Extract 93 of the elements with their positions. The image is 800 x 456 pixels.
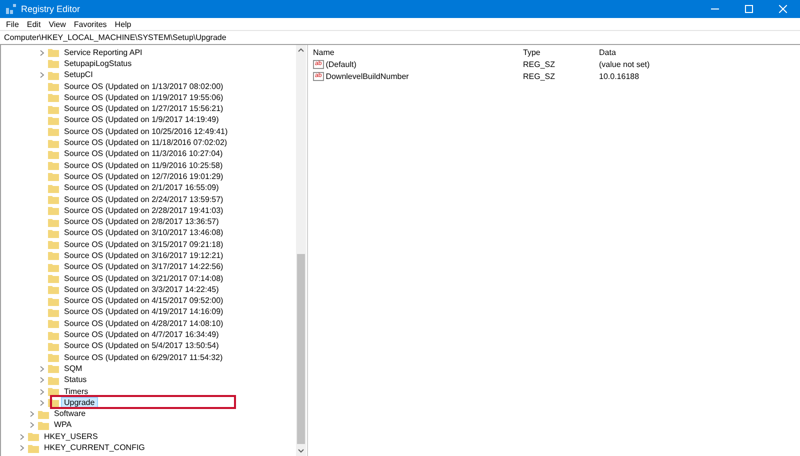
tree-item[interactable]: Source OS (Updated on 4/19/2017 14:16:09) xyxy=(62,307,226,316)
table-cell-text: (value not set) xyxy=(598,59,651,70)
tree-item[interactable]: Source OS (Updated on 6/29/2017 11:54:32) xyxy=(62,352,225,362)
table-cell-text: 10.0.16188 xyxy=(598,70,640,82)
tree-item[interactable]: Source OS (Updated on 11/3/2016 10:27:04) xyxy=(62,149,225,158)
tree-item[interactable]: SQM xyxy=(62,364,84,373)
tree-item[interactable]: HKEY_CURRENT_CONFIG xyxy=(42,443,147,452)
value-name[interactable]: (Default) xyxy=(326,60,356,70)
folder-icon xyxy=(48,59,59,68)
tree-item[interactable]: Source OS (Updated on 1/19/2017 19:55:06) xyxy=(62,92,226,102)
tree-item[interactable]: Source OS (Updated on 5/4/2017 13:50:54) xyxy=(62,341,221,350)
folder-icon xyxy=(48,308,59,317)
tree-item[interactable]: WPA xyxy=(52,420,74,430)
menu-item[interactable]: View xyxy=(44,20,70,28)
folder-icon xyxy=(48,93,59,102)
close-icon xyxy=(779,5,787,13)
folder-icon xyxy=(48,228,59,238)
folder-icon xyxy=(48,251,59,260)
folder-icon xyxy=(48,138,59,148)
folder-icon xyxy=(48,240,59,250)
tree-item[interactable]: Upgrade xyxy=(62,398,97,407)
maximize-icon xyxy=(745,5,753,13)
folder-icon xyxy=(48,296,59,306)
folder-icon xyxy=(48,218,59,227)
folder-icon xyxy=(48,342,59,351)
value-name[interactable]: DownlevelBuildNumber xyxy=(326,72,409,81)
menu-item[interactable]: Help xyxy=(110,20,136,28)
menu-item[interactable]: Edit xyxy=(22,20,45,28)
tree-item[interactable]: Source OS (Updated on 4/15/2017 09:52:00) xyxy=(62,296,226,306)
registry-icon xyxy=(6,4,16,14)
folder-icon xyxy=(48,376,59,385)
scrollbar[interactable] xyxy=(296,45,306,456)
tree-item[interactable]: Source OS (Updated on 2/28/2017 19:41:03) xyxy=(62,206,226,215)
folder-icon xyxy=(48,319,59,328)
tree-item[interactable]: Source OS (Updated on 3/21/2017 07:14:08) xyxy=(62,274,226,283)
tree-item[interactable]: Source OS (Updated on 11/9/2016 10:25:58) xyxy=(62,160,225,170)
folder-icon xyxy=(48,104,59,114)
scroll-thumb[interactable] xyxy=(297,254,305,444)
folder-icon xyxy=(28,444,39,453)
tree-item[interactable]: HKEY_USERS xyxy=(42,432,100,441)
tree-item[interactable]: SetupCI xyxy=(62,70,95,80)
tree-item[interactable]: Source OS (Updated on 11/18/2016 07:02:02) xyxy=(62,138,230,148)
tree-item[interactable]: Timers xyxy=(62,386,90,396)
tree-item[interactable]: Source OS (Updated on 10/25/2016 12:49:41) xyxy=(62,126,230,136)
folder-icon xyxy=(48,82,59,92)
column-header[interactable]: Data xyxy=(598,45,800,59)
tree-item[interactable]: Source OS (Updated on 2/1/2017 16:55:09) xyxy=(62,183,221,192)
tree-item[interactable]: Source OS (Updated on 12/7/2016 19:01:29) xyxy=(62,172,226,181)
tree-item[interactable]: Source OS (Updated on 2/8/2017 13:36:57) xyxy=(62,217,221,226)
folder-icon xyxy=(48,274,59,284)
tree-item[interactable]: Source OS (Updated on 3/15/2017 09:21:18) xyxy=(62,240,226,249)
tree-item[interactable]: Source OS (Updated on 4/7/2017 16:34:49) xyxy=(62,330,221,340)
folder-icon xyxy=(48,195,59,204)
folder-icon xyxy=(48,70,59,80)
column-header[interactable]: Type xyxy=(522,45,598,59)
tree-item[interactable]: Software xyxy=(52,409,88,418)
menu-item[interactable]: File xyxy=(2,20,23,28)
tree-item[interactable]: SetupapiLogStatus xyxy=(62,58,134,68)
tree-item[interactable]: Source OS (Updated on 4/28/2017 14:08:10) xyxy=(62,318,226,328)
scroll-up-icon[interactable] xyxy=(298,48,304,52)
tree-item[interactable]: Source OS (Updated on 1/27/2017 15:56:21) xyxy=(62,104,226,114)
folder-icon xyxy=(48,150,59,159)
folder-icon xyxy=(28,432,39,442)
folder-icon xyxy=(48,172,59,182)
tree-item[interactable]: Status xyxy=(62,375,89,384)
folder-icon xyxy=(38,420,49,430)
table-cell-text: REG_SZ xyxy=(522,70,556,82)
column-header[interactable]: Name xyxy=(312,45,522,59)
folder-icon xyxy=(48,330,59,340)
folder-icon xyxy=(48,127,59,136)
address-bar[interactable]: Computer\HKEY_LOCAL_MACHINE\SYSTEM\Setup\Upgrade xyxy=(0,30,800,45)
folder-icon xyxy=(48,206,59,216)
folder-icon xyxy=(48,48,59,58)
tree-item[interactable]: Source OS (Updated on 3/17/2017 14:22:56) xyxy=(62,262,226,272)
folder-icon xyxy=(48,364,59,374)
folder-icon xyxy=(48,161,59,170)
folder-icon xyxy=(48,184,59,193)
folder-icon xyxy=(48,353,59,362)
folder-icon xyxy=(48,285,59,294)
tree-item[interactable]: Source OS (Updated on 1/13/2017 08:02:00) xyxy=(62,82,226,91)
scroll-down-icon[interactable] xyxy=(298,449,304,453)
menu-item[interactable]: Favorites xyxy=(70,20,111,28)
folder-icon xyxy=(38,410,49,419)
tree-item[interactable]: Source OS (Updated on 3/3/2017 14:22:45) xyxy=(62,284,221,294)
table-cell-text: REG_SZ xyxy=(522,59,556,70)
tree-item[interactable]: Source OS (Updated on 1/9/2017 14:19:49) xyxy=(62,115,221,124)
tree-item[interactable]: Service Reporting API xyxy=(62,48,144,57)
folder-icon xyxy=(48,116,59,125)
tree-item[interactable]: Source OS (Updated on 3/10/2017 13:46:08) xyxy=(62,228,226,238)
folder-icon xyxy=(48,262,59,272)
window-title: Registry Editor xyxy=(21,4,82,14)
tree-item[interactable]: Source OS (Updated on 3/16/2017 19:12:21) xyxy=(62,250,226,260)
tree-item[interactable]: Source OS (Updated on 2/24/2017 13:59:57) xyxy=(62,194,226,204)
